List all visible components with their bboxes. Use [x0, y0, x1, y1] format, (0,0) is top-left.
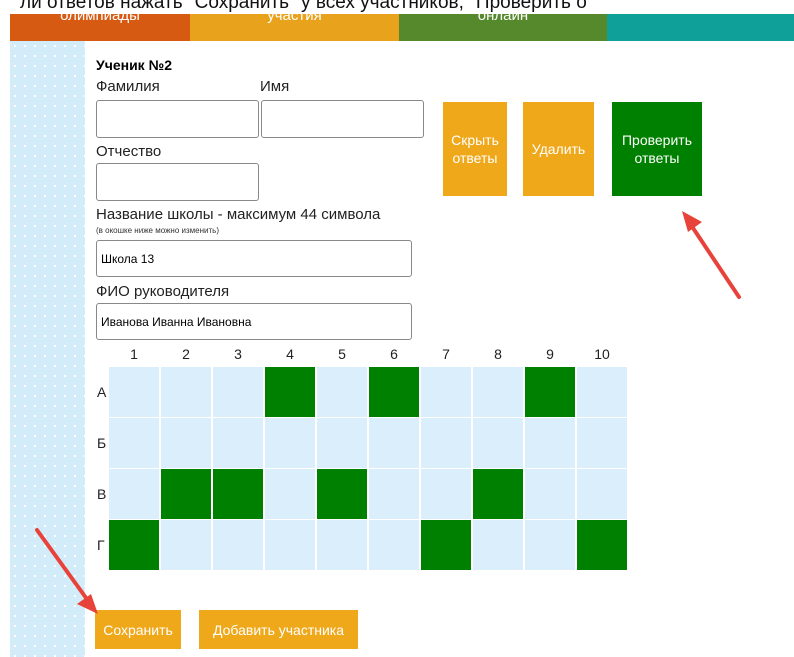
nav-tab-online[interactable]: онлайн	[399, 14, 607, 41]
annotation-arrow-save	[35, 528, 98, 614]
answer-cell-А-2[interactable]	[161, 367, 211, 417]
nav-tab-extra[interactable]	[607, 14, 794, 41]
surname-input[interactable]	[96, 100, 259, 138]
answer-cell-Г-6[interactable]	[369, 520, 419, 570]
hide-answers-button[interactable]: Скрыть ответы	[443, 102, 507, 196]
answer-cell-Б-8[interactable]	[473, 418, 523, 468]
answer-cell-В-2[interactable]	[161, 469, 211, 519]
add-participant-button[interactable]: Добавить участника	[199, 610, 358, 649]
column-number: 2	[182, 346, 190, 362]
answer-cell-А-7[interactable]	[421, 367, 471, 417]
answer-cell-Б-3[interactable]	[213, 418, 263, 468]
answer-cell-Б-5[interactable]	[317, 418, 367, 468]
column-number: 1	[130, 346, 138, 362]
check-answers-button[interactable]: Проверить ответы	[612, 102, 702, 196]
answer-cell-В-4[interactable]	[265, 469, 315, 519]
answer-cell-А-3[interactable]	[213, 367, 263, 417]
answer-cell-Б-2[interactable]	[161, 418, 211, 468]
name-label: Имя	[260, 78, 290, 95]
column-number: 6	[390, 346, 398, 362]
column-number: 7	[442, 346, 450, 362]
answer-cell-В-1[interactable]	[109, 469, 159, 519]
patronymic-input[interactable]	[96, 163, 259, 201]
answer-cell-В-7[interactable]	[421, 469, 471, 519]
row-label: А	[97, 384, 107, 400]
column-number: 4	[286, 346, 294, 362]
answer-cell-Б-1[interactable]	[109, 418, 159, 468]
surname-label: Фамилия	[96, 78, 160, 95]
nav-tab-online-label: онлайн	[477, 14, 529, 24]
answer-cell-А-6[interactable]	[369, 367, 419, 417]
nav-tab-participation[interactable]: участия	[190, 14, 399, 41]
student-heading: Ученик №2	[96, 57, 172, 73]
top-nav-bar: олимпиады участия онлайн	[10, 14, 794, 41]
nav-tab-olympiads-label: олимпиады	[60, 14, 140, 24]
nav-tab-olympiads[interactable]: олимпиады	[10, 14, 190, 41]
answer-cell-Г-7[interactable]	[421, 520, 471, 570]
instruction-caption: ли ответов нажать "Сохранить" у всех уча…	[20, 0, 587, 13]
answer-cell-В-6[interactable]	[369, 469, 419, 519]
teacher-input[interactable]	[96, 303, 412, 340]
answer-cell-А-9[interactable]	[525, 367, 575, 417]
answer-cell-Г-3[interactable]	[213, 520, 263, 570]
row-label: В	[97, 486, 107, 502]
answer-cell-Г-1[interactable]	[109, 520, 159, 570]
patronymic-label: Отчество	[96, 143, 162, 160]
answer-cell-В-5[interactable]	[317, 469, 367, 519]
column-number: 3	[234, 346, 242, 362]
teacher-label: ФИО руководителя	[96, 283, 230, 300]
column-number: 10	[594, 346, 610, 362]
answer-cell-Б-4[interactable]	[265, 418, 315, 468]
answer-cell-В-9[interactable]	[525, 469, 575, 519]
answer-cell-А-5[interactable]	[317, 367, 367, 417]
school-name-label: Название школы - максимум 44 символа	[96, 206, 380, 223]
answer-cell-Г-8[interactable]	[473, 520, 523, 570]
answer-cell-Б-6[interactable]	[369, 418, 419, 468]
delete-button[interactable]: Удалить	[523, 102, 594, 196]
name-input[interactable]	[261, 100, 424, 138]
answer-cell-В-8[interactable]	[473, 469, 523, 519]
answer-cell-Г-4[interactable]	[265, 520, 315, 570]
school-label-rest: максимум 44 символа	[222, 206, 381, 223]
answer-cell-В-3[interactable]	[213, 469, 263, 519]
answer-cell-А-10[interactable]	[577, 367, 627, 417]
school-hint: (в окошке ниже можно изменить)	[96, 226, 219, 235]
answer-cell-А-8[interactable]	[473, 367, 523, 417]
answer-cell-Г-9[interactable]	[525, 520, 575, 570]
row-label: Б	[97, 435, 107, 451]
annotation-arrow-check	[682, 211, 741, 299]
school-label-bold: Название школы -	[96, 206, 223, 223]
nav-tab-participation-label: участия	[267, 14, 322, 24]
school-name-input[interactable]	[96, 240, 412, 277]
answer-cell-Б-10[interactable]	[577, 418, 627, 468]
answer-cell-Г-10[interactable]	[577, 520, 627, 570]
answer-cell-В-10[interactable]	[577, 469, 627, 519]
column-number: 8	[494, 346, 502, 362]
column-number: 9	[546, 346, 554, 362]
answer-cell-Г-5[interactable]	[317, 520, 367, 570]
column-number: 5	[338, 346, 346, 362]
answer-cell-А-1[interactable]	[109, 367, 159, 417]
answer-cell-А-4[interactable]	[265, 367, 315, 417]
answer-cell-Б-9[interactable]	[525, 418, 575, 468]
answer-cell-Б-7[interactable]	[421, 418, 471, 468]
answer-cell-Г-2[interactable]	[161, 520, 211, 570]
